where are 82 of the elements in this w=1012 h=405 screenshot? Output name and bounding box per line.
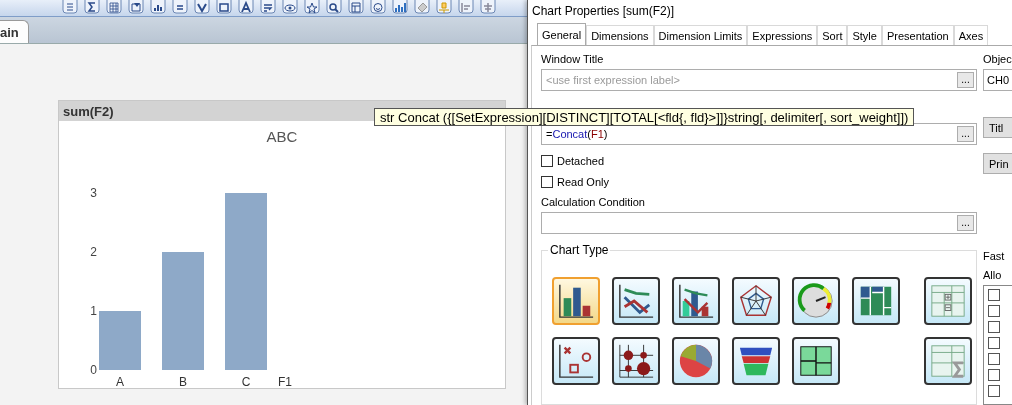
browse-button[interactable]: ... (957, 126, 974, 142)
bar-chart-icon (557, 282, 595, 320)
table-sum-icon (929, 342, 967, 380)
group-label: Fast (983, 249, 1006, 264)
search-icon[interactable] (326, 0, 342, 14)
field-label: Allo (983, 268, 1003, 283)
category-label: B (179, 375, 187, 388)
chart-title: ABC (266, 128, 298, 145)
chart-type-button[interactable] (732, 277, 780, 325)
align-icon[interactable] (480, 0, 496, 14)
chart-type-button[interactable] (924, 337, 972, 385)
checkmark-icon[interactable] (194, 0, 210, 14)
dialog-tab[interactable]: Dimensions (586, 25, 654, 45)
category-label: C (241, 375, 251, 388)
chart-type-button[interactable] (612, 337, 660, 385)
axis-tick-label: 1 (90, 304, 97, 318)
checkbox[interactable] (988, 369, 1000, 381)
chart-icon[interactable] (392, 0, 408, 14)
eye-icon[interactable] (282, 0, 298, 14)
category-label: A (116, 375, 124, 388)
bar-chart-icon[interactable] (150, 0, 166, 14)
dialog-tab[interactable]: General (537, 23, 587, 45)
line-chart-icon (617, 282, 655, 320)
star-icon[interactable] (304, 0, 320, 14)
checkbox[interactable] (541, 175, 553, 188)
checkbox[interactable] (988, 385, 1000, 397)
chart-type-button[interactable] (672, 337, 720, 385)
note-icon[interactable] (128, 0, 144, 14)
table-icon[interactable] (106, 0, 122, 14)
chart-type-button[interactable] (732, 337, 780, 385)
field-label: Calculation Condition (541, 195, 646, 210)
bubble-chart-icon (617, 342, 655, 380)
checkbox[interactable] (988, 337, 1000, 349)
checkbox[interactable] (988, 353, 1000, 365)
chart-type-button[interactable] (552, 277, 600, 325)
chart-type-button[interactable] (552, 337, 600, 385)
chart-type-button[interactable] (792, 277, 840, 325)
pivot-table-icon (929, 282, 967, 320)
dialog-tab[interactable]: Style (847, 25, 882, 45)
axis-title: F1 (278, 375, 292, 388)
sigma-icon[interactable] (84, 0, 100, 14)
checkbox-label: Read Only (557, 175, 609, 188)
gauge-icon (797, 282, 835, 320)
checkbox-label: Detached (557, 154, 605, 167)
scatter-chart-icon (557, 342, 595, 380)
checkbox[interactable] (988, 289, 1000, 301)
calculation-condition-field[interactable] (541, 212, 977, 234)
field-label: Objec (983, 52, 1012, 67)
combo-chart-icon (677, 282, 715, 320)
group-label: Chart Type (549, 243, 610, 257)
checkbox[interactable] (541, 154, 553, 167)
smiley-icon[interactable] (370, 0, 386, 14)
dialog-tab[interactable]: Presentation (881, 25, 954, 45)
chart-type-button[interactable] (612, 277, 660, 325)
sheet-tab[interactable]: ain (0, 20, 29, 43)
layout-icon[interactable] (348, 0, 364, 14)
axis-tick-label: 2 (90, 245, 97, 259)
dialog-button[interactable]: Titl (983, 117, 1012, 138)
dialog-tab[interactable]: Sort (817, 25, 848, 45)
checkbox[interactable] (988, 305, 1000, 317)
dialog-tab[interactable]: Dimension Limits (653, 25, 748, 45)
window-icon[interactable] (216, 0, 232, 14)
tooltip: str Concat ({[SetExpression][DISTINCT][TOTAL[<fld{, fld}>]]}string[, delimiter[, sort_weight]]) (374, 108, 915, 126)
browse-button[interactable]: ... (957, 215, 974, 231)
object-id-field[interactable]: CH0 (983, 69, 1012, 91)
bar (99, 311, 141, 370)
wrap-icon[interactable] (260, 0, 276, 14)
dialog-tab[interactable]: Axes (953, 25, 989, 45)
equals-icon[interactable] (172, 0, 188, 14)
dialog-button[interactable]: Prin (983, 153, 1012, 174)
chart-type-button[interactable] (672, 277, 720, 325)
field-label: Window Title (541, 52, 605, 67)
axis-tick-label: 3 (90, 186, 97, 200)
dialog-title: Chart Properties [sum(F2)] (531, 3, 676, 20)
chart-type-button[interactable] (852, 277, 900, 325)
chart-type-button[interactable] (792, 337, 840, 385)
dialog-tab[interactable]: Expressions (747, 25, 818, 45)
browse-button[interactable]: ... (957, 72, 974, 88)
pie-chart-icon (677, 342, 715, 380)
axis-tick-label: 0 (90, 363, 97, 377)
checkbox[interactable] (988, 321, 1000, 333)
chart-type-button[interactable] (924, 277, 972, 325)
